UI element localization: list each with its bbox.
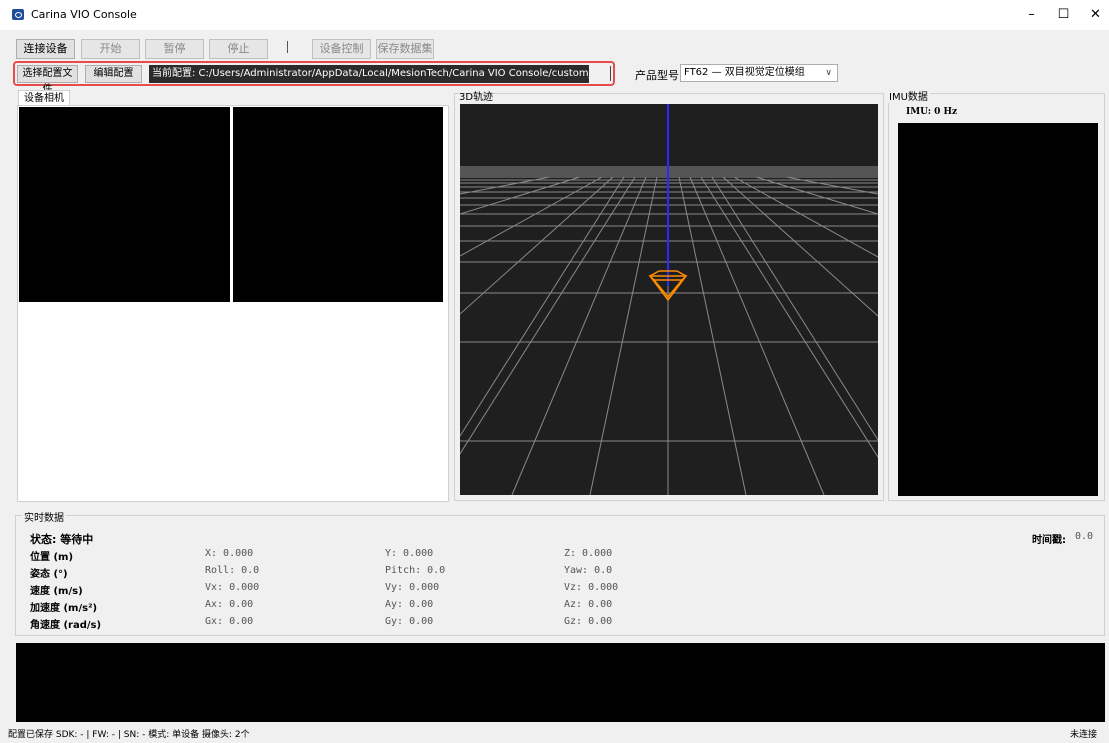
app-camera-icon [12,9,24,20]
angular-velocity-label: 角速度 (rad/s) [30,620,102,631]
connection-status: 未连接 [1069,730,1097,740]
window-title: Carina VIO Console [31,8,137,21]
acceleration-z: Az: 0.00 [564,599,613,610]
toolbar-separator [287,41,288,53]
realtime-group [15,515,1105,636]
chevron-down-icon: ∨ [825,68,832,78]
tab-device-camera[interactable]: 设备相机 [18,90,70,106]
acceleration-x: Ax: 0.00 [205,599,254,610]
imu-rate: IMU: 0 Hz [906,107,958,117]
status-bar: 配置已保存 SDK: - | FW: - | SN: - 模式: 单设备 摄像头… [0,727,1109,743]
velocity-y: Vy: 0.000 [385,582,440,593]
status-text: 状态: 等待中 [30,533,94,546]
stop-button[interactable]: 停止 [209,39,268,59]
position-y: Y: 0.000 [385,548,434,559]
realtime-title: 实时数据 [22,509,66,524]
config-path-end [610,66,614,81]
imu-data-label: IMU数据 [887,88,930,103]
product-model-value: FT62 — 双目视觉定位模组 [684,67,805,78]
acceleration-y: Ay: 0.00 [385,599,434,610]
attitude-pitch: Pitch: 0.0 [385,565,446,576]
select-config-file-button[interactable]: 选择配置文件 [17,65,78,95]
start-button[interactable]: 开始 [81,39,140,59]
pause-button[interactable]: 暂停 [145,39,204,59]
device-control-button[interactable]: 设备控制 [312,39,371,59]
trajectory-label: 3D轨迹 [459,92,494,103]
product-model-label: 产品型号: [635,69,683,82]
trajectory-3d-view[interactable] [460,104,878,495]
edit-config-button[interactable]: 编辑配置 [85,65,142,83]
attitude-roll: Roll: 0.0 [205,565,260,576]
connect-device-button[interactable]: 连接设备 [16,39,75,59]
angular-velocity-x: Gx: 0.00 [205,616,254,627]
attitude-yaw: Yaw: 0.0 [564,565,613,576]
position-x: X: 0.000 [205,548,254,559]
position-label: 位置 (m) [30,552,74,563]
camera-left-view [19,107,230,302]
velocity-label: 速度 (m/s) [30,586,83,597]
current-config-path: 当前配置: C:/Users/Administrator/AppData/Loc… [149,65,589,83]
log-console[interactable] [16,643,1105,722]
acceleration-label: 加速度 (m/s²) [30,603,98,614]
camera-right-view [233,107,443,302]
save-dataset-button[interactable]: 保存数据集 [376,39,434,59]
position-z: Z: 0.000 [564,548,613,559]
app-window: Carina VIO Console – ☐ ✕ 连接设备 开始 暂停 停止 设… [0,0,1109,743]
timestamp-value: 0.0 [1075,531,1094,542]
trajectory-3d-canvas [460,104,878,495]
attitude-label: 姿态 (°) [30,569,68,580]
velocity-x: Vx: 0.000 [205,582,260,593]
status-info: 配置已保存 SDK: - | FW: - | SN: - 模式: 单设备 摄像头… [8,730,250,740]
angular-velocity-z: Gz: 0.00 [564,616,613,627]
close-button[interactable]: ✕ [1073,0,1109,30]
angular-velocity-y: Gy: 0.00 [385,616,434,627]
product-model-select[interactable]: FT62 — 双目视觉定位模组 ∨ [680,64,838,82]
timestamp-label: 时间戳: [1032,535,1066,546]
imu-plot-view [898,123,1098,496]
title-bar: Carina VIO Console – ☐ ✕ [0,0,1109,30]
velocity-z: Vz: 0.000 [564,582,619,593]
